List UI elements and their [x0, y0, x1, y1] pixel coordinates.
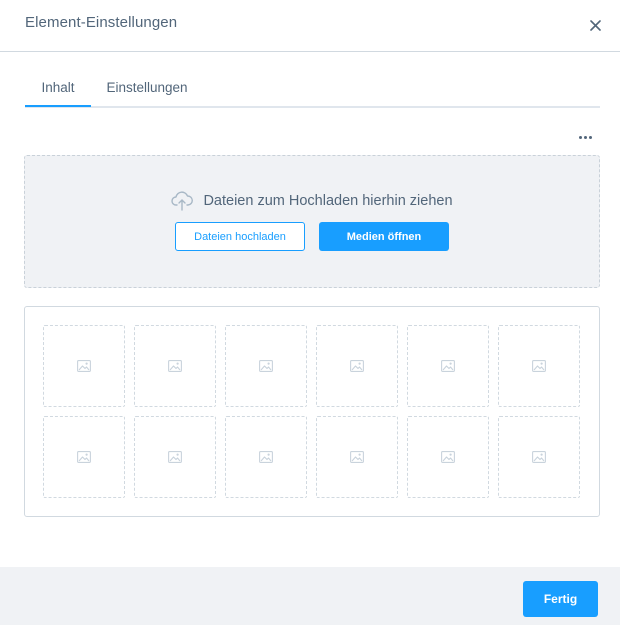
modal-title: Element-Einstellungen: [25, 14, 178, 31]
image-slot[interactable]: [407, 416, 489, 498]
upload-files-button[interactable]: Dateien hochladen: [175, 222, 305, 251]
image-gallery: [24, 306, 600, 517]
more-horizontal-icon: [578, 135, 582, 139]
dropzone-text: Dateien zum Hochladen hierhin ziehen: [203, 193, 453, 209]
image-placeholder-icon: [259, 360, 273, 372]
modal-header: Element-Einstellungen: [0, 0, 620, 52]
image-placeholder-icon: [350, 360, 364, 372]
image-slot[interactable]: [316, 325, 398, 407]
image-placeholder-icon: [532, 360, 546, 372]
image-slot[interactable]: [43, 416, 125, 498]
upload-dropzone[interactable]: Dateien zum Hochladen hierhin ziehen Dat…: [24, 155, 600, 288]
image-slot[interactable]: [43, 325, 125, 407]
close-icon: [589, 19, 601, 31]
active-tab-indicator: [25, 105, 91, 107]
dropzone-hint: Dateien zum Hochladen hierhin ziehen: [25, 190, 599, 212]
image-slot[interactable]: [316, 416, 398, 498]
image-placeholder-icon: [77, 451, 91, 463]
image-slot[interactable]: [134, 416, 216, 498]
image-slot[interactable]: [407, 325, 489, 407]
image-slot[interactable]: [134, 325, 216, 407]
image-slot[interactable]: [225, 325, 307, 407]
cloud-upload-icon: [171, 191, 194, 211]
image-placeholder-icon: [532, 451, 546, 463]
tab-bar: Inhalt Einstellungen: [25, 72, 600, 108]
modal-footer: Fertig: [0, 567, 620, 625]
image-placeholder-icon: [168, 451, 182, 463]
open-media-button[interactable]: Medien öffnen: [319, 222, 449, 251]
close-button[interactable]: [582, 12, 608, 38]
tab-content[interactable]: Inhalt: [25, 72, 91, 108]
image-placeholder-icon: [168, 360, 182, 372]
done-button[interactable]: Fertig: [523, 581, 598, 617]
tab-settings[interactable]: Einstellungen: [91, 72, 203, 108]
image-placeholder-icon: [259, 451, 273, 463]
image-placeholder-icon: [441, 360, 455, 372]
image-slot[interactable]: [498, 325, 580, 407]
element-settings-modal: Element-Einstellungen Inhalt Einstellung…: [0, 0, 620, 625]
image-slot[interactable]: [225, 416, 307, 498]
image-slot[interactable]: [498, 416, 580, 498]
image-placeholder-icon: [77, 360, 91, 372]
image-placeholder-icon: [350, 451, 364, 463]
image-placeholder-icon: [441, 451, 455, 463]
more-options-button[interactable]: [574, 130, 596, 144]
